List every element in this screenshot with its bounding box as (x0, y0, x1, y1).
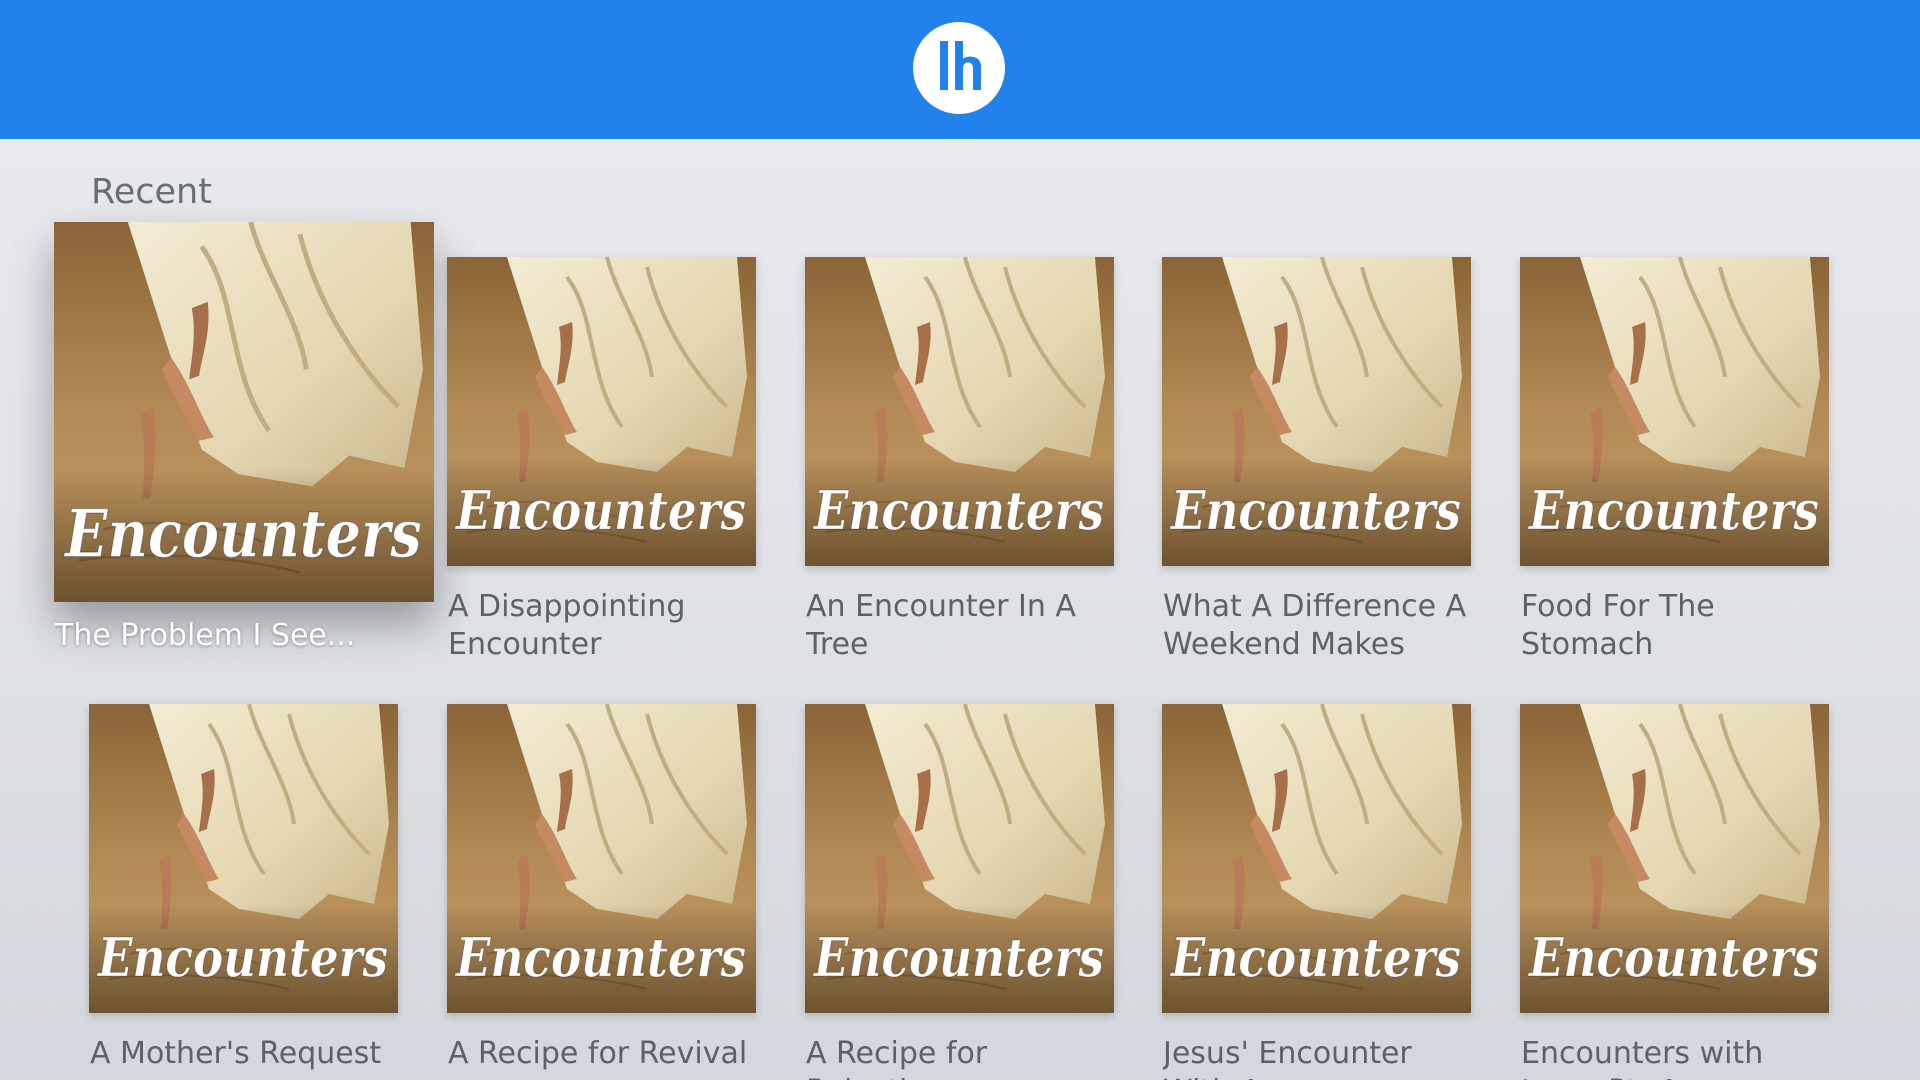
encounters-artwork-image: Encounters (805, 704, 1114, 1013)
artwork-title-text: Encounters (96, 927, 388, 989)
episode-title: The Problem I See... (55, 618, 356, 653)
encounters-artwork-image: Encounters (54, 222, 434, 602)
episode-artwork[interactable]: Encounters (447, 704, 756, 1013)
episode-title: Food For The Stomach (1521, 589, 1715, 662)
app-header: lh (0, 0, 1920, 139)
artwork-title-text: Encounters (812, 927, 1104, 989)
artwork-title-text: Encounters (63, 496, 421, 572)
section-title-recent: Recent (91, 172, 212, 212)
episode-artwork[interactable]: Encounters (805, 704, 1114, 1013)
artwork-title-text: Encounters (1527, 480, 1819, 542)
encounters-artwork-image: Encounters (1520, 704, 1829, 1013)
artwork-title-text: Encounters (812, 480, 1104, 542)
episode-title: An Encounter In A Tree (806, 589, 1076, 662)
encounters-artwork-image: Encounters (1162, 257, 1471, 566)
episode-artwork[interactable]: Encounters (1520, 704, 1829, 1013)
episode-artwork[interactable]: Encounters (89, 704, 398, 1013)
episode-artwork[interactable]: Encounters (1162, 257, 1471, 566)
artwork-title-text: Encounters (1169, 927, 1461, 989)
artwork-title-text: Encounters (454, 927, 746, 989)
episode-title: A Recipe for Rejection (806, 1036, 988, 1080)
episode-title: Jesus' Encounter With A... (1163, 1036, 1412, 1080)
episode-artwork[interactable]: Encounters (54, 222, 434, 602)
episode-title: A Disappointing Encounter (448, 589, 686, 662)
episode-title: What A Difference A Weekend Makes (1163, 589, 1467, 662)
episode-artwork[interactable]: Encounters (447, 257, 756, 566)
episode-artwork[interactable]: Encounters (1162, 704, 1471, 1013)
encounters-artwork-image: Encounters (1162, 704, 1471, 1013)
lh-logo-icon: lh (913, 22, 1005, 114)
episode-title: A Mother's Request (90, 1036, 382, 1071)
encounters-artwork-image: Encounters (805, 257, 1114, 566)
artwork-title-text: Encounters (1527, 927, 1819, 989)
episode-artwork[interactable]: Encounters (1520, 257, 1829, 566)
svg-text:lh: lh (913, 22, 914, 23)
encounters-artwork-image: Encounters (447, 704, 756, 1013)
encounters-artwork-image: Encounters (89, 704, 398, 1013)
episode-artwork[interactable]: Encounters (805, 257, 1114, 566)
artwork-title-text: Encounters (454, 480, 746, 542)
episode-title: Encounters with Jesus Pt. 4 (1521, 1036, 1764, 1080)
encounters-artwork-image: Encounters (1520, 257, 1829, 566)
encounters-artwork-image: Encounters (447, 257, 756, 566)
artwork-title-text: Encounters (1169, 480, 1461, 542)
episode-title: A Recipe for Revival (448, 1036, 748, 1071)
